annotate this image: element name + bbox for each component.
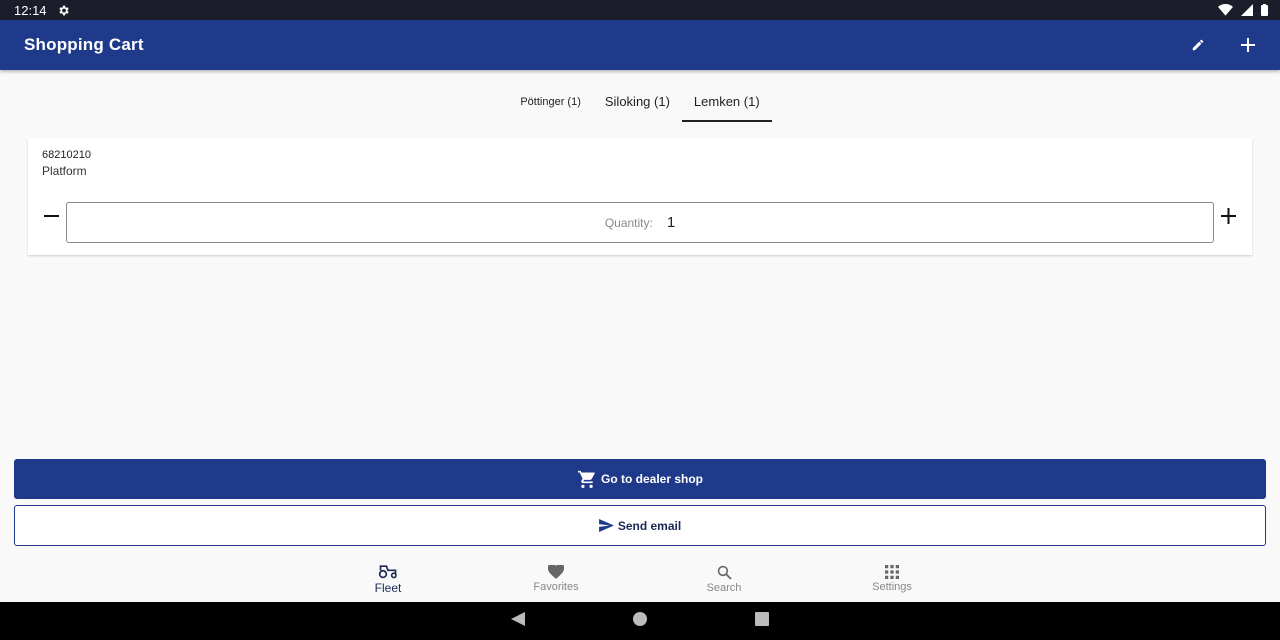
- quantity-value[interactable]: 1: [667, 214, 675, 231]
- decrease-quantity-button[interactable]: [44, 206, 59, 229]
- app-bar-actions: [1188, 35, 1258, 55]
- system-back-button[interactable]: [511, 611, 525, 631]
- nav-fleet-label: Fleet: [374, 581, 402, 595]
- tab-lemken[interactable]: Lemken (1): [681, 84, 772, 122]
- edit-button[interactable]: [1188, 35, 1208, 55]
- status-right: [1218, 4, 1268, 16]
- cart-icon: [577, 470, 595, 488]
- battery-icon: [1261, 4, 1268, 16]
- wifi-icon: [1218, 4, 1233, 16]
- go-to-dealer-shop-button[interactable]: Go to dealer shop: [14, 459, 1266, 499]
- nav-search[interactable]: Search: [640, 560, 808, 602]
- tab-pottinger[interactable]: Pöttinger (1): [508, 84, 593, 121]
- recents-square-icon: [755, 611, 769, 626]
- status-left: 12:14: [14, 3, 70, 18]
- nav-favorites-label: Favorites: [533, 581, 579, 593]
- heart-icon: [548, 565, 564, 579]
- dealer-shop-label: Go to dealer shop: [600, 472, 703, 486]
- send-icon: [598, 519, 614, 532]
- bottom-navigation: Fleet Favorites Search Settings: [0, 560, 1280, 602]
- increase-quantity-button[interactable]: [1221, 206, 1236, 229]
- system-recents-button[interactable]: [755, 611, 769, 631]
- nav-settings[interactable]: Settings: [808, 560, 976, 602]
- status-time: 12:14: [14, 2, 47, 18]
- tractor-icon: [378, 565, 397, 579]
- pencil-icon: [1192, 39, 1204, 51]
- quantity-field[interactable]: Quantity: 1: [66, 202, 1214, 243]
- app-bar: Shopping Cart: [0, 20, 1280, 70]
- quantity-label: Quantity:: [604, 215, 653, 230]
- nav-settings-label: Settings: [872, 581, 912, 593]
- home-circle-icon: [633, 611, 647, 626]
- system-navigation-bar: [0, 602, 1280, 640]
- nav-fleet[interactable]: Fleet: [304, 560, 472, 602]
- gear-icon: [58, 5, 69, 15]
- tab-siloking[interactable]: Siloking (1): [593, 84, 682, 121]
- status-bar: 12:14: [0, 0, 1280, 20]
- send-email-button[interactable]: Send email: [14, 505, 1266, 546]
- nav-favorites[interactable]: Favorites: [472, 560, 640, 602]
- add-button[interactable]: [1238, 35, 1258, 55]
- send-email-label: Send email: [617, 518, 682, 533]
- cart-item-card: 68210210 Platform Quantity: 1: [28, 138, 1252, 255]
- minus-icon: [44, 215, 59, 217]
- page-title: Shopping Cart: [24, 35, 144, 54]
- item-name: Platform: [42, 164, 87, 178]
- signal-icon: [1241, 4, 1253, 16]
- plus-icon: [1221, 208, 1236, 224]
- brand-tabs: Pöttinger (1) Siloking (1) Lemken (1): [0, 84, 1280, 122]
- search-icon: [717, 565, 732, 580]
- item-code: 68210210: [42, 149, 91, 161]
- system-home-button[interactable]: [633, 611, 647, 631]
- back-triangle-icon: [511, 611, 525, 626]
- grid-icon: [885, 565, 899, 579]
- nav-search-label: Search: [706, 582, 742, 594]
- plus-icon: [1241, 38, 1255, 52]
